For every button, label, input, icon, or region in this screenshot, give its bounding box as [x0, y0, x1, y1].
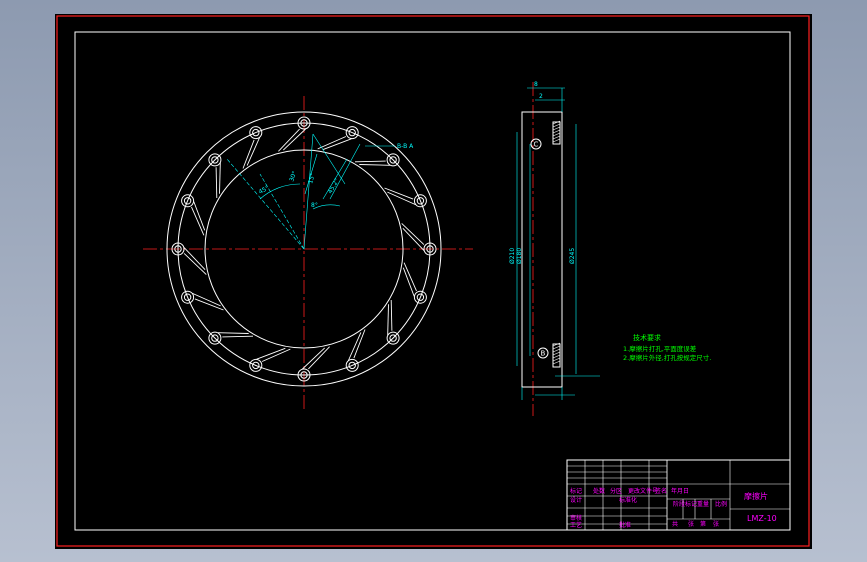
cooling-slot-edge [308, 346, 330, 370]
hatch-line [552, 348, 561, 353]
section-hatch [552, 120, 561, 365]
hatch-line [552, 351, 561, 356]
hatch-line [552, 135, 561, 140]
hatch-line [552, 360, 561, 365]
cooling-slot-edge [387, 304, 389, 336]
dim-label-1: 45° [258, 185, 271, 196]
tb-label-no: 第 [700, 520, 706, 528]
hatch-line [552, 345, 561, 350]
dim-label-4: 15° [307, 172, 317, 184]
cooling-slot-edge [402, 227, 425, 251]
tb-label-signature: 签名 [655, 487, 667, 495]
cad-viewport[interactable]: 45° 30° 8° 15° 45.2° B-B A Ø180 Ø210 Ø24… [55, 14, 812, 549]
notes-heading: 技术要求 [633, 333, 661, 342]
tb-label-mark: 标记 [570, 487, 582, 495]
hatch-line [552, 138, 561, 143]
tb-label-total: 共 [672, 520, 678, 528]
title-block: 阶段标记 重量 比例 标记 处数 分区 更改文件号 签名 年月日 设计 标准化 … [566, 459, 791, 531]
tb-label-zone: 分区 [610, 487, 622, 495]
outer-frame [56, 15, 810, 547]
dim-label-width: 8 [534, 81, 538, 88]
cooling-slot-edge [390, 299, 393, 331]
cooling-slot-edge [278, 128, 300, 152]
tb-label-change-doc: 更改文件号 [628, 487, 658, 495]
dim-label-d180: Ø180 [516, 248, 523, 264]
tb-label-design: 设计 [570, 496, 582, 504]
dim-leader-3 [303, 133, 314, 250]
cooling-slot-edge [183, 253, 207, 275]
hatch-line [552, 126, 561, 131]
tb-label-scale: 比例 [715, 500, 727, 508]
cooling-slot-edge [222, 335, 254, 338]
cooling-slot-edge [282, 128, 306, 151]
cooling-slot-edge [183, 247, 206, 271]
dim-label-2: 30° [288, 170, 298, 182]
part-name: 摩擦片 [744, 491, 768, 501]
cooling-slot-edge [219, 162, 221, 194]
front-view: 45° 30° 8° 15° 45.2° B-B A [143, 96, 473, 411]
cooling-slot-edge [302, 347, 326, 370]
disc-profile [521, 111, 563, 388]
tb-label-approve: 批准 [619, 521, 631, 529]
tb-label-count: 处数 [593, 487, 605, 495]
cooling-slot-edge [401, 223, 425, 245]
drawing-number: LMZ-10 [747, 514, 777, 523]
cooling-slot-edge [217, 332, 249, 334]
hatch-line [552, 129, 561, 134]
tb-label-process: 工艺 [570, 521, 582, 529]
technical-notes: 技术要求 1.摩擦片打孔,平面度误差 2.摩擦片外径,打孔按规定尺寸. [623, 333, 711, 362]
callout-c-label: C [534, 141, 539, 149]
hatch-line [552, 357, 561, 362]
tb-label-date: 年月日 [671, 487, 689, 495]
dim-leader-4 [312, 133, 346, 185]
hatch-line [552, 132, 561, 137]
dim-label-5: 45.2° [327, 177, 341, 195]
tb-label-weight: 重量 [697, 500, 709, 508]
dim-label-d245: Ø245 [569, 248, 576, 264]
tb-label-review: 审核 [570, 514, 582, 522]
cooling-slot-edge [215, 167, 218, 199]
cad-drawing: 45° 30° 8° 15° 45.2° B-B A Ø180 Ø210 Ø24… [56, 15, 810, 547]
note-line-1: 1.摩擦片打孔,平面度误差 [623, 344, 697, 353]
dim-label-3: 8° [311, 202, 318, 209]
hatch-line [552, 123, 561, 128]
dim-label-thickness: 2 [539, 93, 543, 100]
tb-label-standard: 标准化 [619, 496, 637, 504]
tb-label-sheet: 张 [713, 520, 719, 528]
tb-label-stage: 阶段标记 [673, 500, 697, 508]
hatch-line [552, 354, 561, 359]
side-view: Ø180 Ø210 Ø245 8 2 C B [509, 81, 600, 416]
dim-label-d210: Ø210 [509, 248, 516, 264]
cooling-slot-edge [359, 164, 391, 166]
tb-label-sheets: 张 [688, 520, 694, 528]
leader-label: B-B A [397, 143, 414, 150]
cooling-slot-edge [354, 160, 386, 163]
note-line-2: 2.摩擦片外径,打孔按规定尺寸. [623, 353, 711, 362]
callout-b-label: B [541, 350, 546, 358]
